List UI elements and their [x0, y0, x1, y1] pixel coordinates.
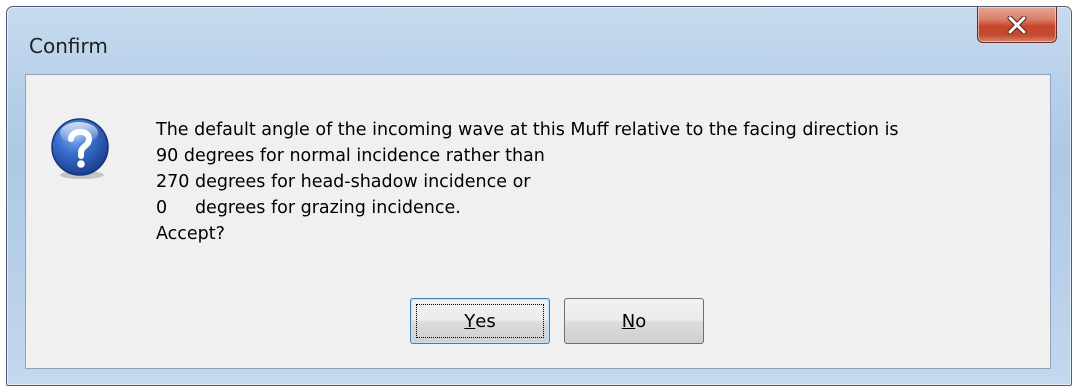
window-title: Confirm	[29, 34, 108, 58]
message-line-3: 270 degrees for head-shadow incidence or	[156, 172, 531, 192]
message-line-4: 0 degrees for grazing incidence.	[156, 198, 461, 218]
no-button-label: o	[635, 310, 647, 332]
message-line-1: The default angle of the incoming wave a…	[156, 120, 899, 140]
message-line-5: Accept?	[156, 224, 225, 244]
message-text: The default angle of the incoming wave a…	[156, 117, 1036, 247]
no-button-accel: N	[621, 310, 636, 332]
title-bar[interactable]: Confirm	[7, 7, 1071, 71]
no-button[interactable]: No	[564, 298, 704, 344]
dialog-content: The default angle of the incoming wave a…	[25, 74, 1051, 369]
message-line-2: 90 degrees for normal incidence rather t…	[156, 146, 545, 166]
yes-button[interactable]: Yes	[410, 298, 550, 344]
confirm-dialog-window: Confirm The default angle of the incomin…	[6, 6, 1072, 386]
close-button[interactable]	[977, 7, 1057, 43]
yes-button-label: es	[475, 310, 496, 332]
question-icon	[51, 118, 109, 179]
yes-button-accel: Y	[464, 310, 476, 332]
close-icon	[1007, 15, 1027, 34]
